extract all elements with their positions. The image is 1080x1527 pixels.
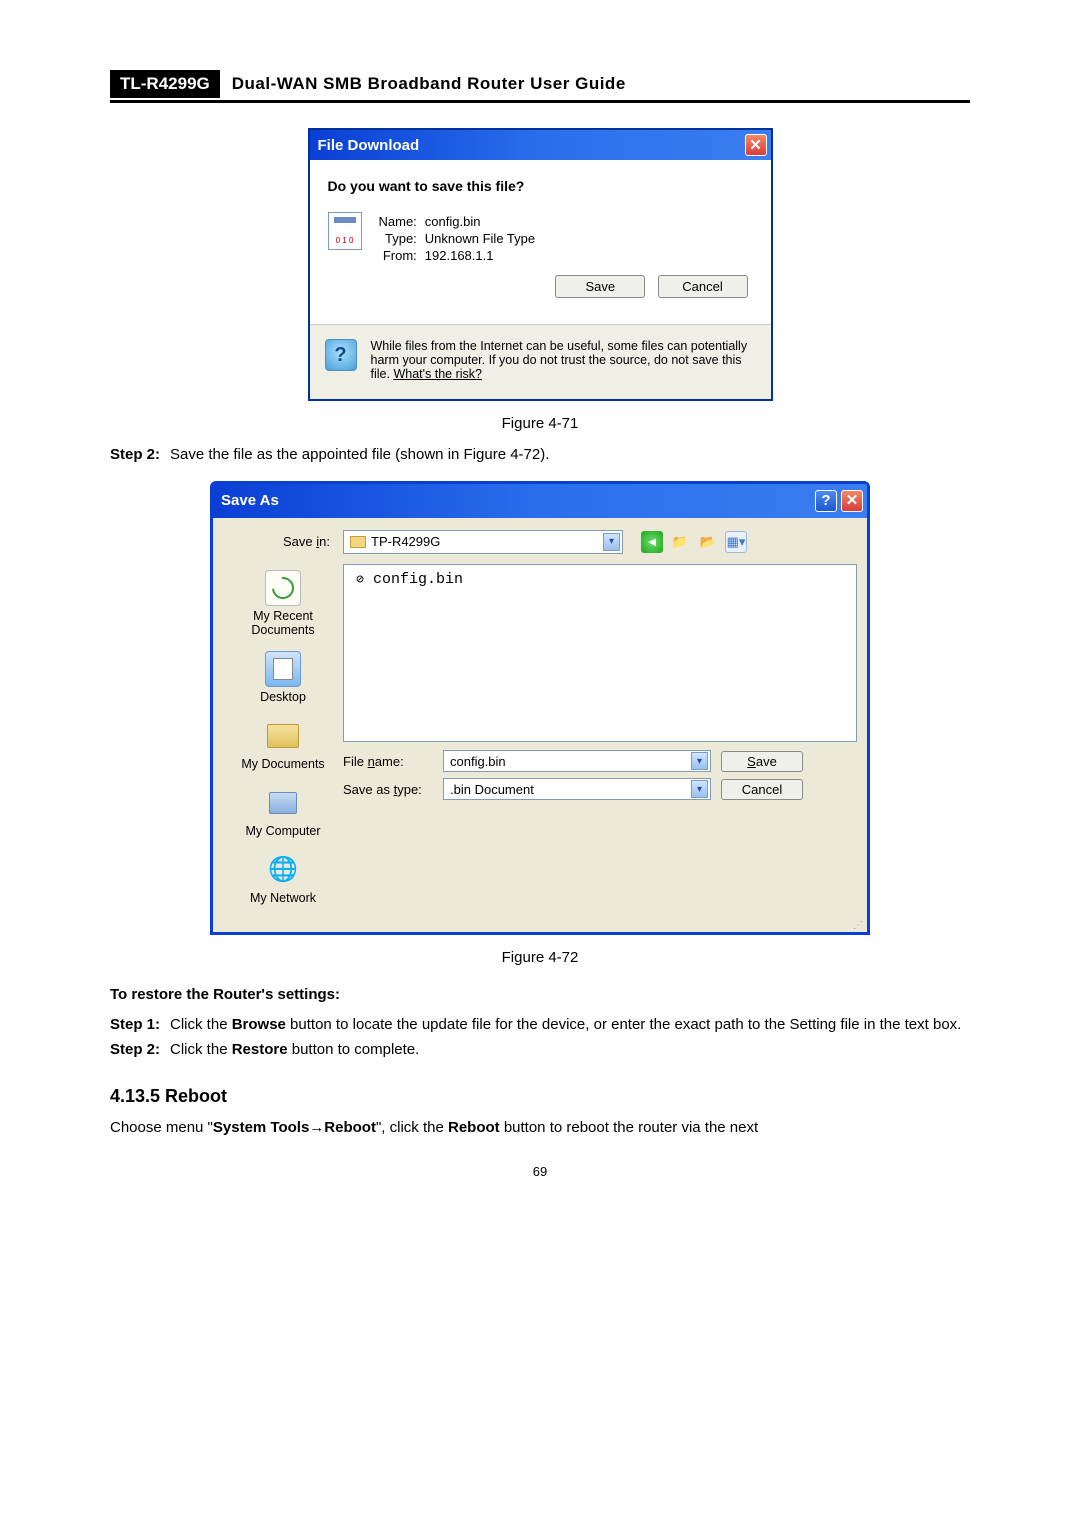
- file-list-pane[interactable]: ⊘ config.bin: [343, 564, 857, 743]
- type-value: Unknown File Type: [425, 231, 535, 246]
- shortcut-my-network[interactable]: My Network: [250, 852, 316, 905]
- help-icon[interactable]: ?: [815, 490, 837, 512]
- shortcut-my-computer[interactable]: My Computer: [245, 785, 320, 838]
- shortcut-docs-label: My Documents: [241, 757, 324, 771]
- from-value: 192.168.1.1: [425, 248, 535, 263]
- save-as-type-combo[interactable]: .bin Document ▾: [443, 778, 711, 800]
- name-value: config.bin: [425, 214, 535, 229]
- file-name-value: config.bin: [450, 754, 506, 769]
- shortcut-recent-documents[interactable]: My Recent Documents: [223, 570, 343, 637]
- views-icon[interactable]: ▦▾: [725, 531, 747, 553]
- save-in-combo[interactable]: TP-R4299G ▾: [343, 530, 623, 554]
- back-icon[interactable]: ◄: [641, 531, 663, 553]
- restore-heading: To restore the Router's settings:: [110, 984, 970, 1006]
- whats-the-risk-link[interactable]: What's the risk?: [393, 367, 482, 381]
- desktop-icon: [265, 651, 301, 687]
- my-network-icon: [265, 852, 301, 888]
- file-item-config-bin[interactable]: ⊘ config.bin: [352, 571, 848, 588]
- shortcut-desktop-label: Desktop: [260, 690, 306, 704]
- file-download-titlebar[interactable]: File Download ✕: [310, 130, 771, 160]
- save-in-value: TP-R4299G: [371, 534, 440, 549]
- chevron-down-icon[interactable]: ▾: [603, 533, 620, 551]
- shortcuts-bar: My Recent Documents Desktop My Documents…: [223, 564, 343, 915]
- model-label: TL-R4299G: [110, 70, 220, 98]
- file-item-label: config.bin: [373, 571, 463, 588]
- file-download-dialog: File Download ✕ Do you want to save this…: [308, 128, 773, 401]
- save-as-type-label: Save as type:: [343, 782, 433, 797]
- my-computer-icon: [265, 785, 301, 821]
- restore-step-1-label: Step 1:: [110, 1014, 160, 1036]
- close-icon[interactable]: ✕: [841, 490, 863, 512]
- save-button[interactable]: Save: [555, 275, 645, 298]
- reboot-heading: 4.13.5 Reboot: [110, 1086, 970, 1107]
- folder-icon: [350, 536, 366, 548]
- resize-grip-icon[interactable]: ⋰: [213, 923, 867, 932]
- restore-step-1-text: Click the Browse button to locate the up…: [170, 1014, 970, 1036]
- step-2-text: Save the file as the appointed file (sho…: [170, 444, 970, 466]
- figure-4-71-caption: Figure 4-71: [110, 415, 970, 432]
- name-label: Name:: [379, 214, 423, 229]
- save-as-dialog: Save As ? ✕ Save in: TP-R4299G ▾ ◄ 📁 📂 ▦…: [210, 481, 870, 935]
- file-properties: Name: config.bin Type: Unknown File Type…: [377, 212, 538, 265]
- shortcut-recent-label: My Recent Documents: [223, 609, 343, 637]
- new-folder-icon[interactable]: 📂: [697, 531, 719, 553]
- step-2-label: Step 2:: [110, 444, 160, 466]
- file-name-input[interactable]: config.bin ▾: [443, 750, 711, 772]
- cancel-button[interactable]: Cancel: [658, 275, 748, 298]
- reboot-paragraph: Choose menu "System Tools→Reboot", click…: [110, 1117, 970, 1139]
- my-documents-icon: [265, 718, 301, 754]
- shortcut-desktop[interactable]: Desktop: [260, 651, 306, 704]
- help-shield-icon: ?: [325, 339, 357, 371]
- doc-title: Dual-WAN SMB Broadband Router User Guide: [232, 74, 626, 94]
- save-question: Do you want to save this file?: [328, 178, 753, 194]
- doc-header: TL-R4299G Dual-WAN SMB Broadband Router …: [110, 70, 970, 103]
- page-number: 69: [110, 1164, 970, 1179]
- save-in-label: Save in:: [223, 534, 335, 549]
- chevron-down-icon[interactable]: ▾: [691, 780, 708, 798]
- close-icon[interactable]: ✕: [745, 134, 767, 156]
- save-button[interactable]: Save: [721, 751, 803, 772]
- save-as-titlebar[interactable]: Save As ? ✕: [213, 484, 867, 518]
- chevron-down-icon[interactable]: ▾: [691, 752, 708, 770]
- restore-step-2-text: Click the Restore button to complete.: [170, 1039, 970, 1061]
- shortcut-my-documents[interactable]: My Documents: [241, 718, 324, 771]
- cancel-button[interactable]: Cancel: [721, 779, 803, 800]
- file-type-icon: 0 1 0: [328, 212, 362, 250]
- save-as-type-value: .bin Document: [450, 782, 534, 797]
- up-one-level-icon[interactable]: 📁: [669, 531, 691, 553]
- restore-step-2-label: Step 2:: [110, 1039, 160, 1061]
- file-download-body: Do you want to save this file? 0 1 0 Nam…: [310, 160, 771, 324]
- file-name-label: File name:: [343, 754, 433, 769]
- type-label: Type:: [379, 231, 423, 246]
- shortcut-computer-label: My Computer: [245, 824, 320, 838]
- save-as-title: Save As: [221, 492, 279, 509]
- shortcut-network-label: My Network: [250, 891, 316, 905]
- recent-documents-icon: [265, 570, 301, 606]
- file-download-title: File Download: [318, 137, 420, 154]
- from-label: From:: [379, 248, 423, 263]
- bin-file-icon: ⊘: [352, 571, 368, 587]
- file-download-warning: ? While files from the Internet can be u…: [310, 324, 771, 399]
- figure-4-72-caption: Figure 4-72: [110, 949, 970, 966]
